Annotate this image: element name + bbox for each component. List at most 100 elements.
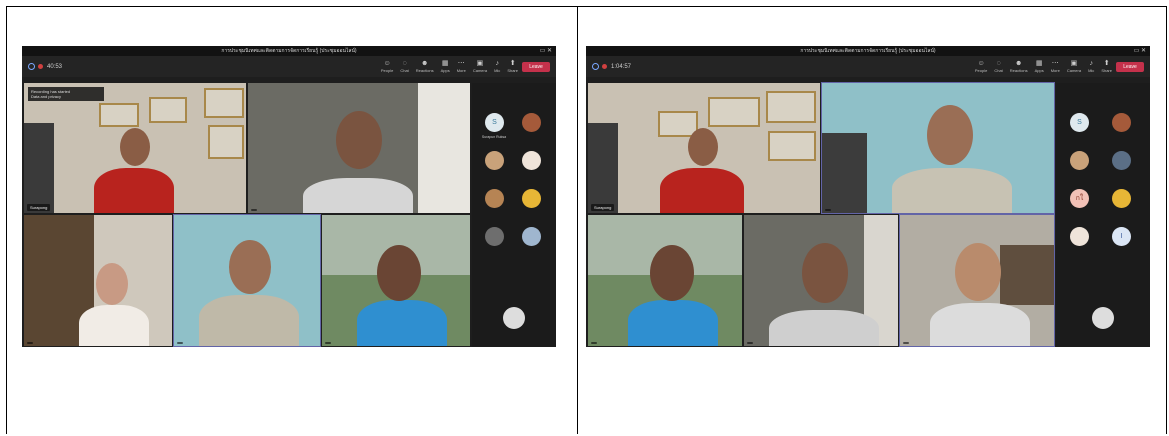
chat-button[interactable]: ◌ Chat [400,59,408,73]
meeting-timer: 40:53 [28,63,62,70]
participant-head [96,263,128,305]
reactions-button[interactable]: ☻ Reactions [1010,59,1028,73]
window-light [418,83,470,213]
participant-avatar[interactable] [522,151,541,170]
mic-button[interactable]: ♪ Mic [1088,59,1094,73]
wall-picture [204,88,244,118]
participant-avatar[interactable]: S [1070,113,1089,132]
people-button[interactable]: ☺ People [381,59,393,73]
more-icon: ⋯ [457,60,465,67]
cabinet [588,123,618,213]
share-button[interactable]: ⬆ Share [1101,59,1112,73]
video-tile-1[interactable]: Surapong [588,83,820,213]
recording-icon [38,64,43,69]
people-button[interactable]: ☺ People [975,59,987,73]
video-tile-2[interactable] [248,83,470,213]
mic-button[interactable]: ♪ Mic [494,59,500,73]
participant-avatar[interactable] [522,189,541,208]
participant-body [199,295,299,346]
participant-body [357,300,447,346]
camera-button[interactable]: ▣ Camera [1067,59,1081,73]
wall-picture [99,103,139,127]
participant-avatar[interactable]: S [485,113,504,132]
camera-button[interactable]: ▣ Camera [473,59,487,73]
reactions-icon: ☻ [421,60,429,67]
window-controls[interactable]: ▭ ✕ [1134,46,1146,56]
reactions-button[interactable]: ☻ Reactions [416,59,434,73]
participant-avatar[interactable] [522,113,541,132]
toolbar-actions: ☺ People ◌ Chat ☻ Reactions ▦ Apps ⋯ More ▣ Ca… [381,59,518,73]
video-tile-3[interactable] [24,215,172,346]
video-tile-2[interactable] [821,82,1055,214]
mic-icon: ♪ [1089,60,1093,67]
participant-body [769,310,879,346]
leave-button[interactable]: Leave [522,62,550,72]
leave-button[interactable]: Leave [1116,62,1144,72]
video-tile-4[interactable] [744,215,898,346]
participant-sidebar: S Surapun Ruksa [472,83,556,347]
participant-head [377,245,421,301]
participant-avatar[interactable]: I [1112,227,1131,246]
participant-avatar[interactable] [1112,151,1131,170]
participant-name [591,342,597,344]
toolbar-actions: ☺ People ◌ Chat ☻ Reactions ▦ Apps ⋯ More ▣ Ca… [975,59,1112,73]
self-view-avatar[interactable] [503,307,525,329]
video-tile-4[interactable] [173,214,321,347]
window-controls[interactable]: ▭ ✕ [540,46,552,56]
chat-icon: ◌ [996,60,1001,67]
apps-button[interactable]: ▦ Apps [1035,59,1044,73]
meeting-toolbar: 40:53 ☺ People ◌ Chat ☻ Reactions ▦ Apps ⋯ Mo… [22,56,556,77]
participant-name: Surapong [591,204,615,211]
video-tile-1[interactable]: Recording has started Data and privacy Su… [24,83,246,213]
share-icon: ⬆ [1103,60,1110,67]
participant-head [229,240,271,294]
shelf [1000,245,1054,305]
chair [822,133,867,213]
apps-icon: ▦ [441,60,449,67]
participant-body [303,178,413,213]
video-tile-5[interactable] [322,215,470,346]
meeting-timer: 1:04:57 [592,63,631,70]
window-title-bar: การประชุมนิเทศและติดตามการจัดการเรียนรู้… [586,46,1150,56]
participant-avatar[interactable] [522,227,541,246]
participant-avatar[interactable] [485,151,504,170]
recording-icon [602,64,607,69]
participant-body [628,300,718,346]
participant-avatar[interactable] [485,227,504,246]
participant-name: Surapun Ruksa [481,135,507,139]
participant-head [120,128,150,166]
window-title-bar: การประชุมนิเทศและติดตามการจัดการเรียนรู้… [22,46,556,56]
shield-icon [28,63,35,70]
participant-avatar[interactable] [1112,189,1131,208]
video-tile-5[interactable] [899,214,1055,347]
participant-name [27,342,33,344]
participant-head [955,243,1001,301]
camera-off-icon: ▣ [476,60,484,67]
wall-picture [149,97,187,123]
wall-picture [208,125,244,159]
more-button[interactable]: ⋯ More [1051,59,1060,73]
camera-off-icon: ▣ [1070,60,1078,67]
participant-avatar[interactable]: กใ [1070,189,1089,208]
participant-avatar[interactable] [1112,113,1131,132]
participant-avatar[interactable] [1070,227,1089,246]
participant-name [177,342,183,344]
chat-icon: ◌ [402,60,407,67]
recording-notice: Recording has started Data and privacy [28,87,104,101]
participant-body [94,168,174,213]
participant-avatar[interactable] [1070,151,1089,170]
participant-body [79,305,149,346]
apps-button[interactable]: ▦ Apps [441,59,450,73]
participant-avatar[interactable] [485,189,504,208]
participant-name [325,342,331,344]
share-icon: ⬆ [509,60,516,67]
teams-screenshot-2: การประชุมนิเทศและติดตามการจัดการเรียนรู้… [586,46,1150,347]
people-icon: ☺ [383,60,391,67]
share-button[interactable]: ⬆ Share [507,59,518,73]
meeting-toolbar: 1:04:57 ☺ People ◌ Chat ☻ Reactions ▦ Apps ⋯… [586,56,1150,77]
chat-button[interactable]: ◌ Chat [994,59,1002,73]
more-button[interactable]: ⋯ More [457,59,466,73]
self-view-avatar[interactable] [1092,307,1114,329]
video-tile-3[interactable] [588,215,742,346]
table-divider [577,7,578,434]
